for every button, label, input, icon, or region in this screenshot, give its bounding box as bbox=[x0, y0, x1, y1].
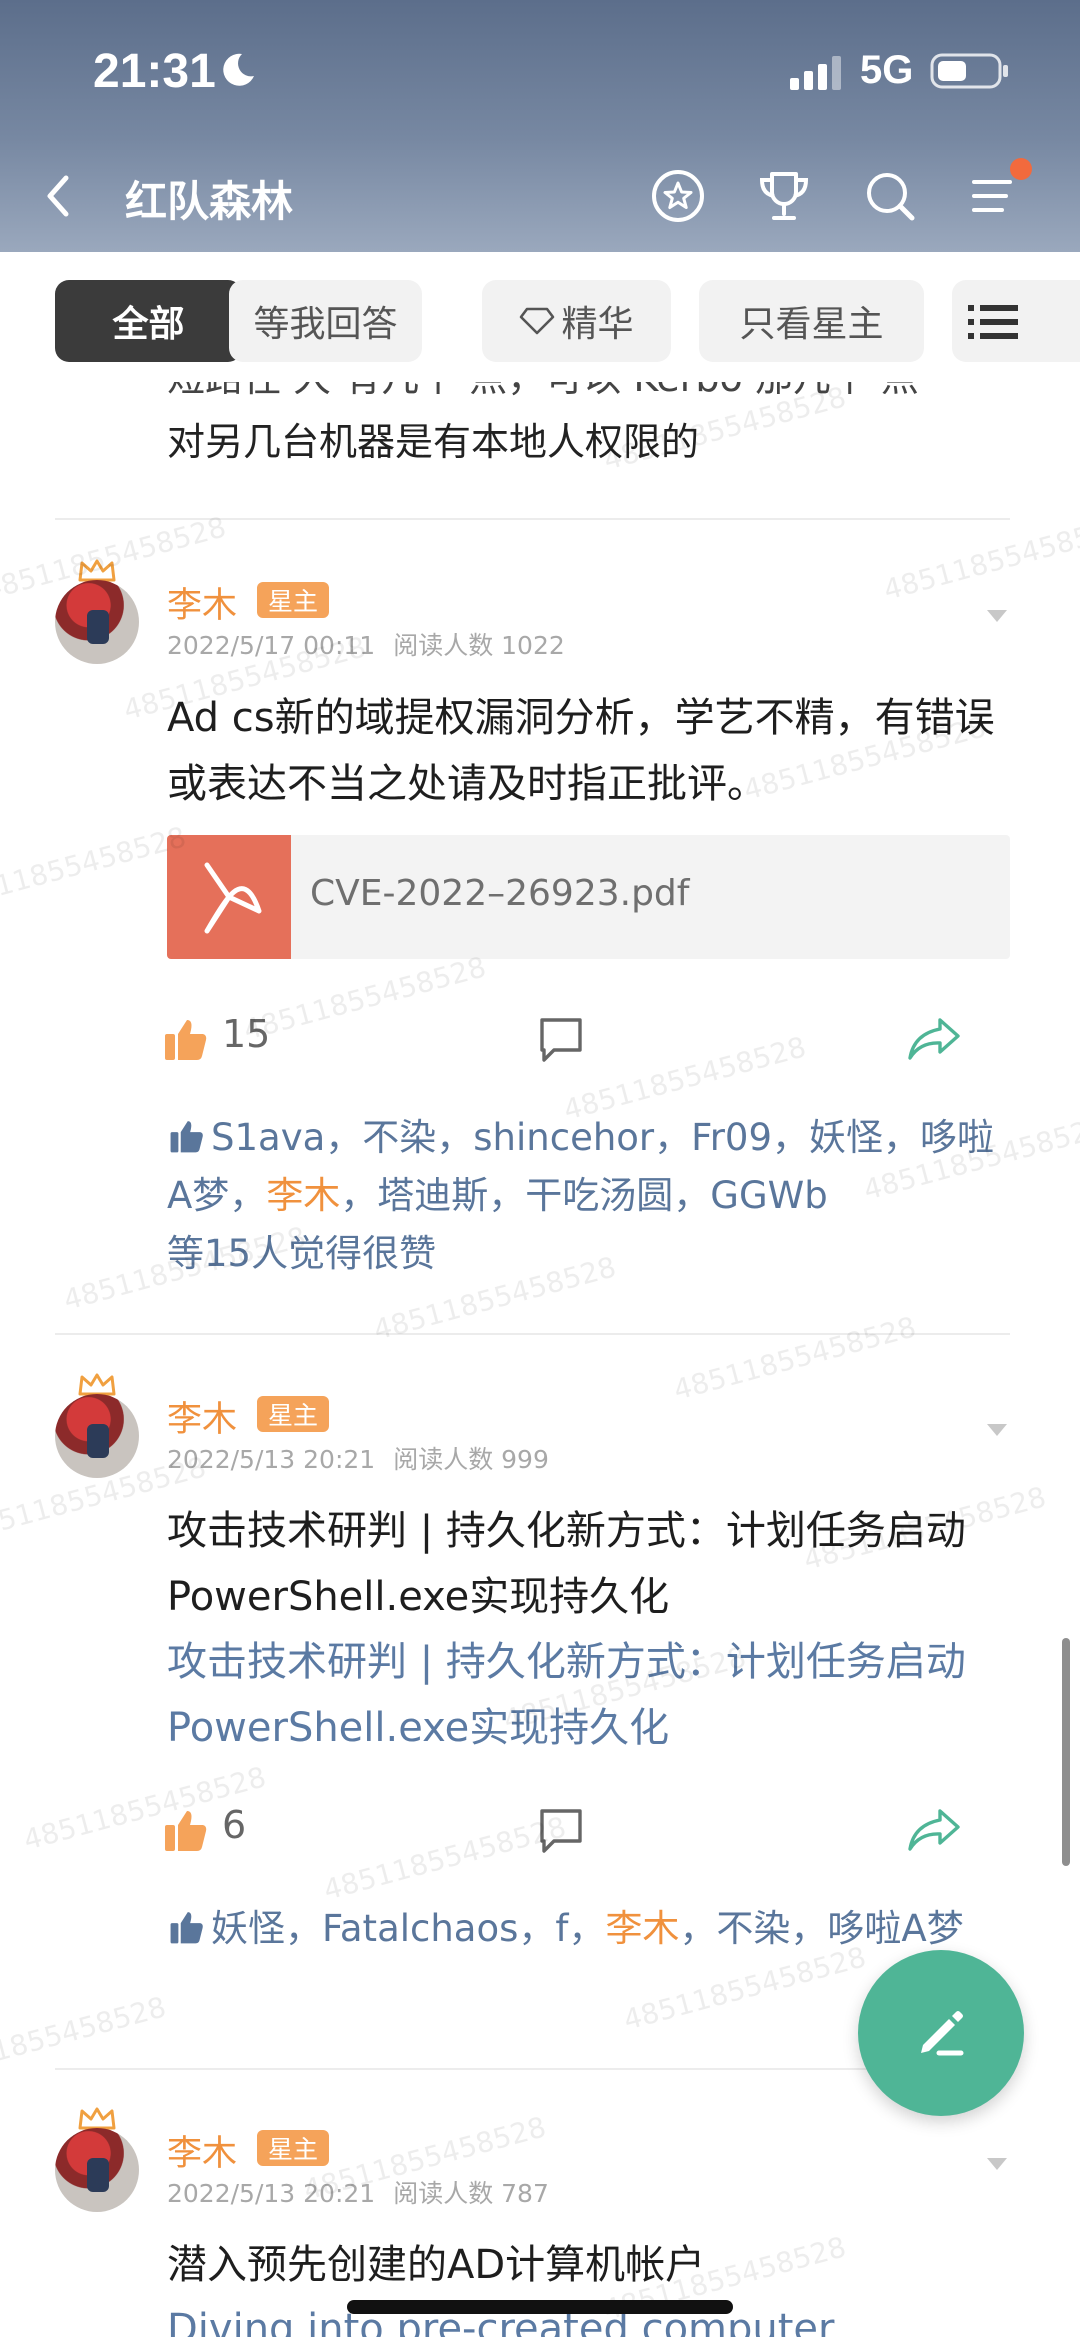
home-indicator[interactable] bbox=[347, 2300, 733, 2314]
list-icon[interactable] bbox=[966, 302, 1022, 342]
divider bbox=[55, 518, 1010, 520]
likers-names-rest: ，塔迪斯，干吃汤圆，GGWb bbox=[340, 1174, 828, 1217]
post-date: 2022/5/13 20:21 bbox=[167, 2179, 376, 2208]
chevron-down-icon[interactable] bbox=[985, 1422, 1009, 1438]
avatar-image bbox=[55, 580, 139, 664]
watermark: 48511855458528 bbox=[669, 1310, 920, 1407]
post-date: 2022/5/17 00:11 bbox=[167, 631, 376, 660]
attachment-filename: CVE-2022–26923.pdf bbox=[310, 873, 690, 914]
author-name[interactable]: 李木 bbox=[167, 2125, 237, 2176]
owner-badge: 星主 bbox=[257, 2130, 329, 2166]
star-circle-icon[interactable] bbox=[648, 166, 708, 226]
search-icon[interactable] bbox=[860, 166, 920, 226]
read-count: 阅读人数 787 bbox=[393, 2179, 549, 2208]
like-count: 6 bbox=[222, 1803, 247, 1847]
share-icon[interactable] bbox=[906, 1807, 962, 1853]
scrollbar[interactable] bbox=[1062, 1638, 1070, 1866]
liker-self: 李木 bbox=[605, 1907, 680, 1950]
post-body: 攻击技术研判 | 持久化新方式：计划任务启动PowerShell.exe实现持久… bbox=[167, 1508, 966, 1620]
post-meta: 2022/5/13 20:21 阅读人数 787 bbox=[167, 2174, 549, 2210]
post-meta: 2022/5/13 20:21 阅读人数 999 bbox=[167, 1440, 549, 1476]
post-meta: 2022/5/17 00:11 阅读人数 1022 bbox=[167, 626, 565, 662]
filter-tabs: 全部 等我回答 精华 只看星主 bbox=[0, 252, 1080, 382]
diamond-icon bbox=[520, 307, 555, 335]
post-body: 潜入预先创建的AD计算机帐户 bbox=[167, 2242, 706, 2288]
likers-summary: 等15人觉得很赞 bbox=[167, 1232, 437, 1275]
pencil-icon bbox=[921, 2011, 964, 2056]
partial-post-line1: 短路径 大 有几个 点，可以 Kerbo 那几个 点 bbox=[167, 382, 919, 410]
likers-names: 妖怪，Fatalchaos，f， bbox=[211, 1907, 606, 1950]
tab-owner-only[interactable]: 只看星主 bbox=[699, 280, 924, 362]
pdf-attachment[interactable]: CVE-2022–26923.pdf bbox=[167, 835, 1010, 959]
pdf-icon bbox=[167, 835, 291, 959]
likers-names-rest: ，不染，哆啦A梦 bbox=[679, 1907, 964, 1950]
back-icon[interactable] bbox=[38, 166, 78, 226]
thumbs-up-icon bbox=[170, 1912, 203, 1944]
post-actions: 6 bbox=[0, 1797, 1080, 1867]
watermark: 48511855458528 bbox=[0, 1990, 170, 2087]
compose-button[interactable] bbox=[858, 1950, 1024, 2116]
tab-all[interactable]: 全部 bbox=[55, 280, 242, 362]
thumbs-up-icon bbox=[170, 1121, 203, 1153]
status-time: 21:31 bbox=[93, 45, 216, 98]
read-count: 阅读人数 1022 bbox=[393, 631, 565, 660]
tab-featured[interactable]: 精华 bbox=[482, 280, 671, 362]
thumbs-up-icon[interactable] bbox=[163, 1016, 209, 1062]
comment-icon[interactable] bbox=[536, 1014, 586, 1064]
notification-dot bbox=[1010, 158, 1032, 180]
liker-self: 李木 bbox=[266, 1174, 341, 1217]
watermark: 48511855458528 bbox=[0, 820, 190, 917]
tab-awaiting-answer[interactable]: 等我回答 bbox=[229, 280, 422, 362]
author-name[interactable]: 李木 bbox=[167, 1391, 237, 1442]
partial-post-line2: 对另几台机器是有本地人权限的 bbox=[167, 420, 700, 464]
trophy-icon[interactable] bbox=[754, 166, 814, 226]
avatar[interactable] bbox=[55, 1372, 139, 1482]
watermark: 48511855458528 bbox=[879, 510, 1080, 607]
nav-bar: 红队森林 bbox=[0, 140, 1080, 252]
post-date: 2022/5/13 20:21 bbox=[167, 1445, 376, 1474]
likers-list[interactable]: S1ava，不染，shincehor，Fr09，妖怪，哆啦A梦，李木，塔迪斯，干… bbox=[167, 1109, 1017, 1283]
avatar-image bbox=[55, 2128, 139, 2212]
header: 21:31 5G 红队森林 bbox=[0, 0, 1080, 252]
owner-badge: 星主 bbox=[257, 582, 329, 618]
post-body: Ad cs新的域提权漏洞分析，学艺不精，有错误或表达不当之处请及时指正批评。 bbox=[167, 695, 995, 807]
likers-list[interactable]: 妖怪，Fatalchaos，f，李木，不染，哆啦A梦 bbox=[167, 1900, 1017, 1958]
battery-icon bbox=[930, 53, 1008, 89]
avatar-image bbox=[55, 1394, 139, 1478]
avatar[interactable] bbox=[55, 558, 139, 668]
read-count: 阅读人数 999 bbox=[393, 1445, 549, 1474]
tab-featured-label: 精华 bbox=[561, 304, 634, 345]
author-name[interactable]: 李木 bbox=[167, 577, 237, 628]
post-link[interactable]: 攻击技术研判 | 持久化新方式：计划任务启动PowerShell.exe实现持久… bbox=[167, 1629, 1017, 1761]
chevron-down-icon[interactable] bbox=[985, 2156, 1009, 2172]
post-actions: 15 bbox=[0, 1006, 1080, 1076]
group-title: 红队森林 bbox=[125, 177, 294, 226]
moon-icon bbox=[223, 53, 254, 86]
signal-icon bbox=[790, 56, 841, 90]
chevron-down-icon[interactable] bbox=[985, 608, 1009, 624]
thumbs-up-icon[interactable] bbox=[163, 1807, 209, 1853]
like-count: 15 bbox=[222, 1012, 271, 1056]
owner-badge: 星主 bbox=[257, 1396, 329, 1432]
network-type: 5G bbox=[860, 48, 914, 92]
share-icon[interactable] bbox=[906, 1016, 962, 1062]
status-bar: 21:31 5G bbox=[0, 0, 1080, 140]
divider bbox=[55, 1333, 1010, 1335]
avatar[interactable] bbox=[55, 2106, 139, 2216]
comment-icon[interactable] bbox=[536, 1805, 586, 1855]
